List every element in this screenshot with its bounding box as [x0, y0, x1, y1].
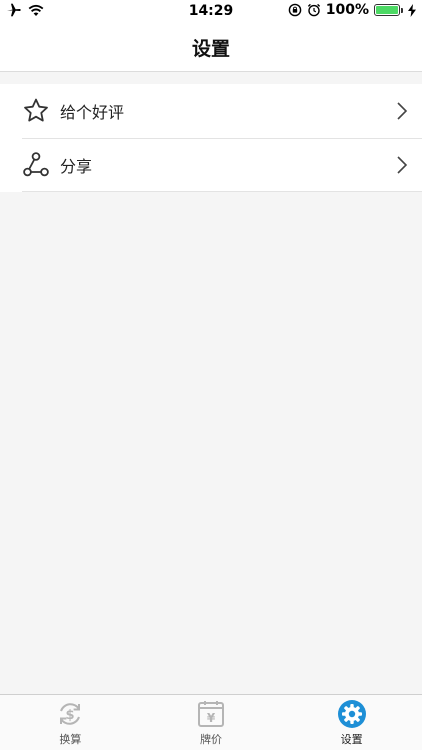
settings-item-rate[interactable]: 给个好评: [0, 84, 422, 138]
status-bar: 14:29 100%: [0, 0, 422, 24]
tab-convert[interactable]: $ 换算: [0, 695, 141, 750]
tab-label: 牌价: [200, 733, 222, 746]
battery-icon: [374, 4, 403, 16]
battery-percent: 100%: [325, 2, 369, 18]
star-icon: [22, 97, 50, 125]
settings-list: 给个好评 分享: [0, 84, 422, 192]
tab-label: 设置: [340, 733, 363, 746]
status-right: 100%: [288, 2, 416, 18]
chevron-right-icon: [397, 156, 408, 174]
tab-settings[interactable]: 设置: [281, 695, 422, 750]
yuan-calendar-icon: ¥: [198, 701, 224, 727]
tab-rates[interactable]: ¥ 牌价: [141, 695, 282, 750]
navigation-bar: 设置: [0, 24, 422, 72]
charging-icon: [408, 3, 416, 17]
svg-text:¥: ¥: [207, 711, 216, 725]
page-title: 设置: [191, 38, 230, 60]
share-icon: [22, 151, 50, 179]
settings-item-share[interactable]: 分享: [0, 138, 422, 192]
settings-item-label: 分享: [60, 157, 93, 176]
rotation-lock-icon: [288, 3, 302, 17]
settings-screen: 14:29 100% 设置 给个好评 分享 $ 换算 ¥ 牌价 设置: [0, 0, 422, 750]
dollar-refresh-icon: $: [60, 703, 81, 725]
svg-text:$: $: [66, 708, 75, 723]
gear-icon: [337, 700, 366, 728]
tab-label: 换算: [59, 733, 82, 746]
alarm-icon: [307, 3, 320, 17]
chevron-right-icon: [397, 102, 408, 120]
settings-item-label: 给个好评: [60, 103, 125, 122]
tab-bar: $ 换算 ¥ 牌价 设置: [0, 694, 422, 750]
